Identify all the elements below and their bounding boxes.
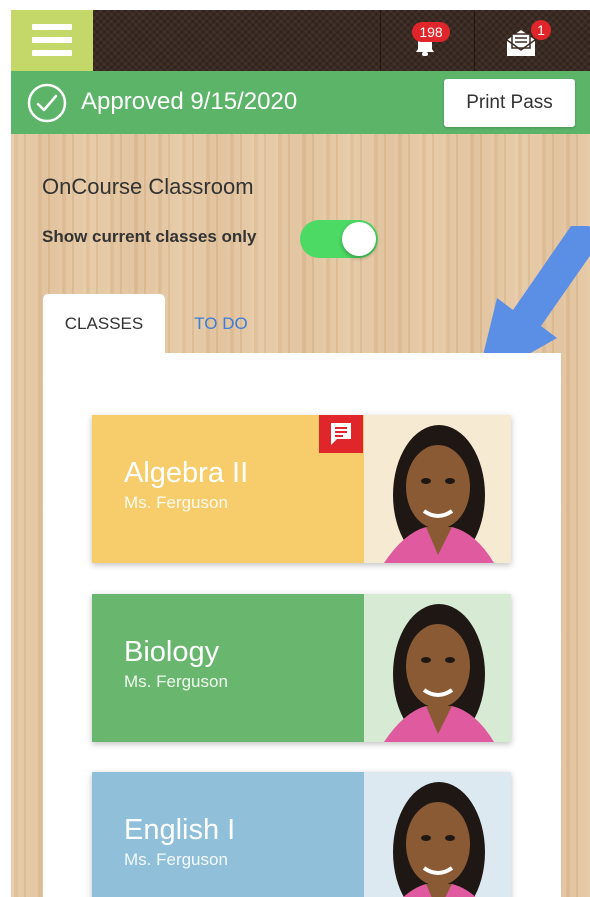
mail-icon	[506, 30, 536, 56]
page-title: OnCourse Classroom	[42, 174, 254, 199]
class-card-english-i[interactable]: English I Ms. Ferguson	[92, 772, 511, 897]
toggle-knob	[342, 222, 376, 256]
tab-todo[interactable]: TO DO	[181, 294, 261, 354]
class-name: English I	[124, 814, 236, 846]
class-card-biology[interactable]: Biology Ms. Ferguson	[92, 594, 511, 742]
message-indicator[interactable]	[319, 415, 363, 453]
teacher-avatar	[384, 604, 494, 742]
menu-button[interactable]	[11, 10, 93, 71]
teacher-avatar	[384, 425, 494, 563]
teacher-avatar	[393, 782, 485, 897]
approval-banner: Approved 9/15/2020 Print Pass	[11, 71, 590, 134]
class-name: Biology	[124, 636, 220, 668]
teacher-name: Ms. Ferguson	[124, 850, 228, 869]
top-bar: 198 1	[11, 10, 590, 71]
teacher-photo	[364, 772, 511, 897]
teacher-photo	[364, 415, 511, 563]
approval-status: Approved 9/15/2020	[81, 88, 298, 115]
main-content: OnCourse Classroom Show current classes …	[11, 134, 590, 897]
toggle-label: Show current classes only	[42, 227, 257, 246]
current-classes-toggle[interactable]	[300, 220, 378, 258]
notifications-badge: 198	[412, 22, 450, 42]
messages-button[interactable]: 1	[474, 10, 568, 71]
notifications-button[interactable]: 198	[380, 10, 474, 71]
print-pass-button[interactable]: Print Pass	[444, 79, 575, 127]
class-name: Algebra II	[124, 457, 249, 489]
tab-classes[interactable]: CLASSES	[43, 294, 165, 354]
menu-icon	[32, 24, 72, 30]
teacher-name: Ms. Ferguson	[124, 493, 228, 512]
teacher-photo	[364, 594, 511, 742]
class-card-algebra-ii[interactable]: Algebra II Ms. Ferguson	[92, 415, 511, 563]
check-circle-icon	[27, 83, 67, 123]
classes-panel: Algebra II Ms. Ferguson Biology Ms. Ferg…	[43, 353, 561, 897]
message-icon	[331, 423, 351, 445]
teacher-name: Ms. Ferguson	[124, 672, 228, 691]
messages-badge: 1	[531, 20, 551, 40]
